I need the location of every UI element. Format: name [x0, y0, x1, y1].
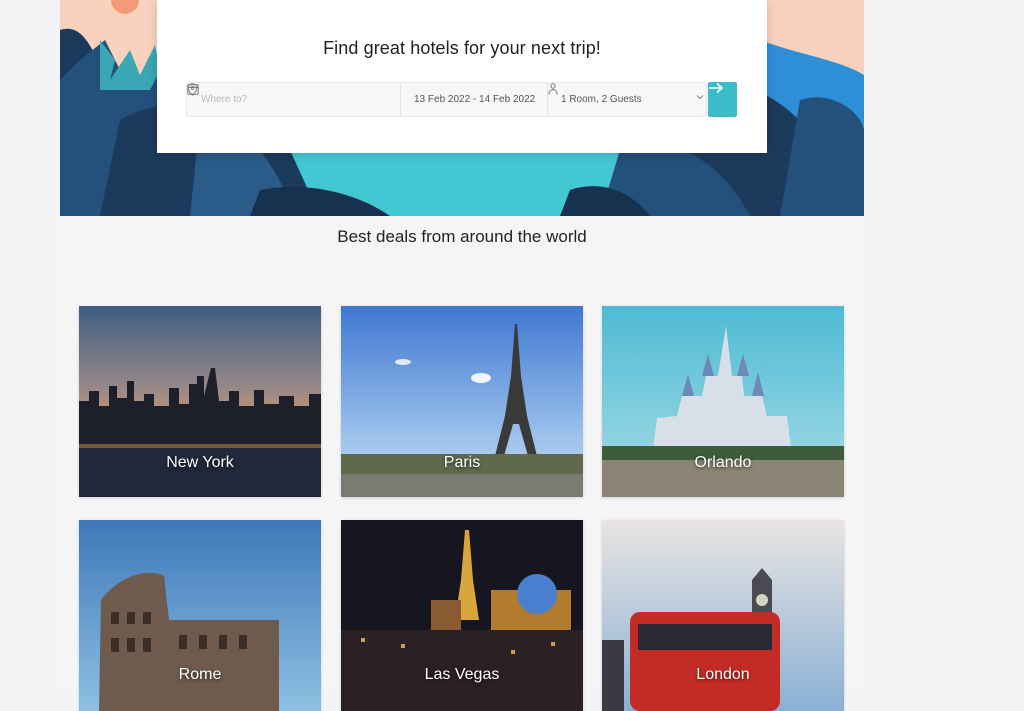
city-card-london[interactable]: London: [602, 520, 844, 711]
city-name: Las Vegas: [424, 666, 500, 683]
city-card-las-vegas[interactable]: Las Vegas: [341, 520, 583, 711]
city-card-rome[interactable]: Rome: [79, 520, 321, 711]
date-range-picker[interactable]: 13 Feb 2022 - 14 Feb 2022: [187, 83, 548, 116]
destination-input[interactable]: Where to?: [187, 83, 401, 116]
city-name: Orlando: [694, 454, 752, 471]
city-name: New York: [166, 454, 234, 471]
guests-value: 1 Room, 2 Guests: [561, 94, 642, 105]
city-name: Rome: [178, 666, 222, 683]
city-name: Paris: [443, 454, 481, 471]
city-card-new-york[interactable]: New York: [79, 306, 321, 497]
search-bar: Where to? 13 Feb 2022 - 14 Feb 2022 1 Ro…: [186, 82, 707, 117]
hero-banner: Find great hotels for your next trip! Wh…: [60, 0, 864, 216]
deals-title: Best deals from around the world: [337, 227, 587, 246]
city-name: London: [696, 666, 750, 683]
date-range-value: 13 Feb 2022 - 14 Feb 2022: [414, 94, 536, 105]
page: Find great hotels for your next trip! Wh…: [60, 0, 864, 711]
city-card-paris[interactable]: Paris: [341, 306, 583, 497]
guests-selector[interactable]: 1 Room, 2 Guests: [548, 83, 706, 116]
search-title: Find great hotels for your next trip!: [323, 38, 601, 58]
search-card: Find great hotels for your next trip! Wh…: [157, 0, 767, 153]
city-card-orlando[interactable]: Orlando: [602, 306, 844, 497]
destination-placeholder: Where to?: [201, 94, 248, 105]
search-button[interactable]: [708, 82, 737, 117]
